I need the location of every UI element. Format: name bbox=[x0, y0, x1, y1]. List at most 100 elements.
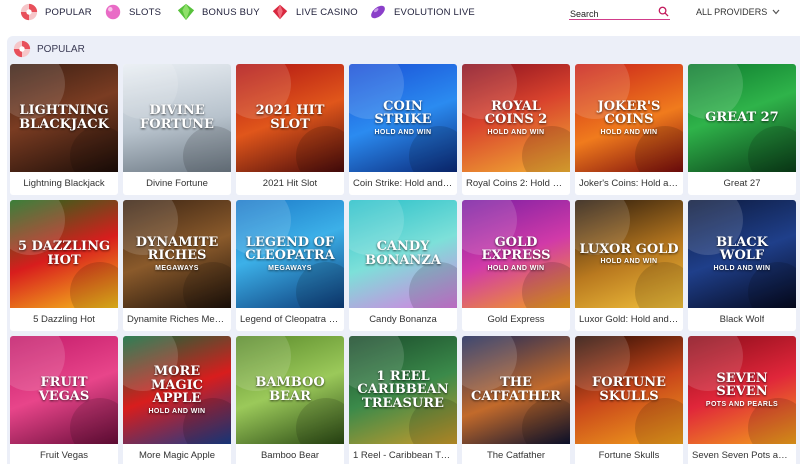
game-name[interactable]: Candy Bonanza bbox=[349, 308, 457, 331]
game-thumbnail[interactable]: LUXOR GOLD HOLD AND WIN bbox=[575, 200, 683, 308]
game-name[interactable]: 2021 Hit Slot bbox=[236, 172, 344, 195]
game-thumbnail[interactable]: LIGHTNING BLACKJACK bbox=[10, 64, 118, 172]
nav-item-bonus-buy[interactable]: BONUS BUY bbox=[177, 0, 260, 24]
game-thumbnail[interactable]: DYNAMITE RICHES MEGAWAYS bbox=[123, 200, 231, 308]
section-header: POPULAR bbox=[13, 40, 85, 58]
game-thumbnail[interactable]: COIN STRIKE HOLD AND WIN bbox=[349, 64, 457, 172]
game-art-text: DYNAMITE RICHES bbox=[135, 234, 219, 264]
game-art-title: FRUIT VEGAS bbox=[10, 376, 118, 403]
game-thumbnail[interactable]: ROYAL COINS 2 HOLD AND WIN bbox=[462, 64, 570, 172]
game-card[interactable]: CANDY BONANZA Candy Bonanza bbox=[349, 200, 457, 331]
game-name[interactable]: More Magic Apple bbox=[123, 444, 231, 464]
game-name-text: Coin Strike: Hold and Win bbox=[353, 178, 453, 189]
thumbnail-glow bbox=[635, 398, 683, 444]
game-name[interactable]: Divine Fortune bbox=[123, 172, 231, 195]
game-thumbnail[interactable]: LEGEND OF CLEOPATRA MEGAWAYS bbox=[236, 200, 344, 308]
nav-item-evolution-live[interactable]: EVOLUTION LIVE bbox=[369, 0, 475, 24]
game-name[interactable]: Bamboo Bear bbox=[236, 444, 344, 464]
game-art-text: 5 DAZZLING HOT bbox=[17, 239, 111, 268]
thumbnail-glow bbox=[296, 398, 344, 444]
game-thumbnail[interactable]: BAMBOO BEAR bbox=[236, 336, 344, 444]
game-art-subtitle: HOLD AND WIN bbox=[600, 128, 658, 136]
game-art-title: BAMBOO BEAR bbox=[236, 376, 344, 403]
thumbnail-glow bbox=[70, 398, 118, 444]
game-card[interactable]: GREAT 27 Great 27 bbox=[688, 64, 796, 195]
game-card[interactable]: THE CATFATHER The Catfather bbox=[462, 336, 570, 464]
nav-item-slots[interactable]: SLOTS bbox=[104, 0, 161, 24]
search-icon[interactable] bbox=[658, 6, 669, 17]
game-name[interactable]: Fortune Skulls bbox=[575, 444, 683, 464]
game-name-text: Great 27 bbox=[723, 178, 761, 189]
thumbnail-glow bbox=[183, 126, 231, 172]
search-box bbox=[569, 4, 670, 21]
game-card[interactable]: LUXOR GOLD HOLD AND WIN Luxor Gold: Hold a… bbox=[575, 200, 683, 331]
game-thumbnail[interactable]: FORTUNE SKULLS bbox=[575, 336, 683, 444]
game-thumbnail[interactable]: FRUIT VEGAS bbox=[10, 336, 118, 444]
game-card[interactable]: GOLD EXPRESS HOLD AND WIN Gold Express bbox=[462, 200, 570, 331]
game-card[interactable]: 5 DAZZLING HOT 5 Dazzling Hot bbox=[10, 200, 118, 331]
game-card[interactable]: DIVINE FORTUNE Divine Fortune bbox=[123, 64, 231, 195]
game-name[interactable]: Legend of Cleopatra Megaways bbox=[236, 308, 344, 331]
game-card[interactable]: JOKER'S COINS HOLD AND WIN Joker's Coins: … bbox=[575, 64, 683, 195]
game-name[interactable]: The Catfather bbox=[462, 444, 570, 464]
game-thumbnail[interactable]: MORE MAGIC APPLE HOLD AND WIN bbox=[123, 336, 231, 444]
game-name[interactable]: Royal Coins 2: Hold and Win bbox=[462, 172, 570, 195]
nav-item-popular[interactable]: POPULAR bbox=[20, 0, 92, 24]
game-thumbnail[interactable]: CANDY BONANZA bbox=[349, 200, 457, 308]
game-name-text: More Magic Apple bbox=[138, 450, 216, 461]
game-card[interactable]: LIGHTNING BLACKJACK Lightning Blackjack bbox=[10, 64, 118, 195]
game-card[interactable]: COIN STRIKE HOLD AND WIN Coin Strike: Hold… bbox=[349, 64, 457, 195]
game-art-title: DYNAMITE RICHES MEGAWAYS bbox=[123, 234, 231, 273]
game-thumbnail[interactable]: JOKER'S COINS HOLD AND WIN bbox=[575, 64, 683, 172]
game-name[interactable]: Gold Express bbox=[462, 308, 570, 331]
game-card[interactable]: LEGEND OF CLEOPATRA MEGAWAYS Legend of Cle… bbox=[236, 200, 344, 331]
game-art-title: FORTUNE SKULLS bbox=[575, 376, 683, 403]
game-name[interactable]: Coin Strike: Hold and Win bbox=[349, 172, 457, 195]
game-name[interactable]: Joker's Coins: Hold and Win bbox=[575, 172, 683, 195]
game-card[interactable]: BAMBOO BEAR Bamboo Bear bbox=[236, 336, 344, 464]
game-art-subtitle: MEGAWAYS bbox=[155, 264, 199, 272]
search-input[interactable] bbox=[569, 7, 653, 21]
game-art-title: LEGEND OF CLEOPATRA MEGAWAYS bbox=[236, 234, 344, 273]
game-name[interactable]: Black Wolf bbox=[688, 308, 796, 331]
game-card[interactable]: 2021 HIT SLOT 2021 Hit Slot bbox=[236, 64, 344, 195]
game-art-title: 5 DAZZLING HOT bbox=[10, 240, 118, 267]
game-card[interactable]: FORTUNE SKULLS Fortune Skulls bbox=[575, 336, 683, 464]
game-name[interactable]: Fruit Vegas bbox=[10, 444, 118, 464]
game-thumbnail[interactable]: 2021 HIT SLOT bbox=[236, 64, 344, 172]
game-card[interactable]: MORE MAGIC APPLE HOLD AND WIN More Magic A… bbox=[123, 336, 231, 464]
game-thumbnail[interactable]: 1 REEL CARIBBEAN TREASURE bbox=[349, 336, 457, 444]
game-thumbnail[interactable]: THE CATFATHER bbox=[462, 336, 570, 444]
game-art-text: BAMBOO BEAR bbox=[255, 375, 325, 404]
game-name[interactable]: Great 27 bbox=[688, 172, 796, 195]
game-name[interactable]: Luxor Gold: Hold and Win bbox=[575, 308, 683, 331]
game-thumbnail[interactable]: BLACK WOLF HOLD AND WIN bbox=[688, 200, 796, 308]
game-name[interactable]: Seven Seven Pots and Pearls bbox=[688, 444, 796, 464]
game-name[interactable]: Dynamite Riches Megaways bbox=[123, 308, 231, 331]
game-name-text: Seven Seven Pots and Pearls bbox=[692, 450, 792, 461]
game-name[interactable]: 5 Dazzling Hot bbox=[10, 308, 118, 331]
game-thumbnail[interactable]: SEVEN SEVEN POTS AND PEARLS bbox=[688, 336, 796, 444]
providers-dropdown[interactable]: ALL PROVIDERS bbox=[696, 4, 780, 20]
game-card[interactable]: BLACK WOLF HOLD AND WIN Black Wolf bbox=[688, 200, 796, 331]
game-name[interactable]: Lightning Blackjack bbox=[10, 172, 118, 195]
game-art-text: LEGEND OF CLEOPATRA bbox=[245, 234, 335, 264]
game-thumbnail[interactable]: GOLD EXPRESS HOLD AND WIN bbox=[462, 200, 570, 308]
game-card[interactable]: FRUIT VEGAS Fruit Vegas bbox=[10, 336, 118, 464]
game-thumbnail[interactable]: DIVINE FORTUNE bbox=[123, 64, 231, 172]
nav-label: POPULAR bbox=[45, 6, 92, 18]
game-art-title: ROYAL COINS 2 HOLD AND WIN bbox=[462, 99, 570, 137]
game-art-title: COIN STRIKE HOLD AND WIN bbox=[349, 99, 457, 137]
game-card[interactable]: DYNAMITE RICHES MEGAWAYS Dynamite Riches M… bbox=[123, 200, 231, 331]
game-card[interactable]: ROYAL COINS 2 HOLD AND WIN Royal Coins 2: … bbox=[462, 64, 570, 195]
thumbnail-glow bbox=[409, 262, 457, 308]
red-gem-icon bbox=[272, 4, 288, 20]
game-thumbnail[interactable]: 5 DAZZLING HOT bbox=[10, 200, 118, 308]
nav-label: SLOTS bbox=[129, 6, 162, 18]
game-thumbnail[interactable]: GREAT 27 bbox=[688, 64, 796, 172]
nav-item-live-casino[interactable]: LIVE CASINO bbox=[271, 0, 358, 24]
game-art-title: DIVINE FORTUNE bbox=[123, 104, 231, 131]
game-card[interactable]: SEVEN SEVEN POTS AND PEARLS Seven Seven Po… bbox=[688, 336, 796, 464]
game-card[interactable]: 1 REEL CARIBBEAN TREASURE 1 Reel - Caribb… bbox=[349, 336, 457, 464]
game-name[interactable]: 1 Reel - Caribbean Treasure bbox=[349, 444, 457, 464]
